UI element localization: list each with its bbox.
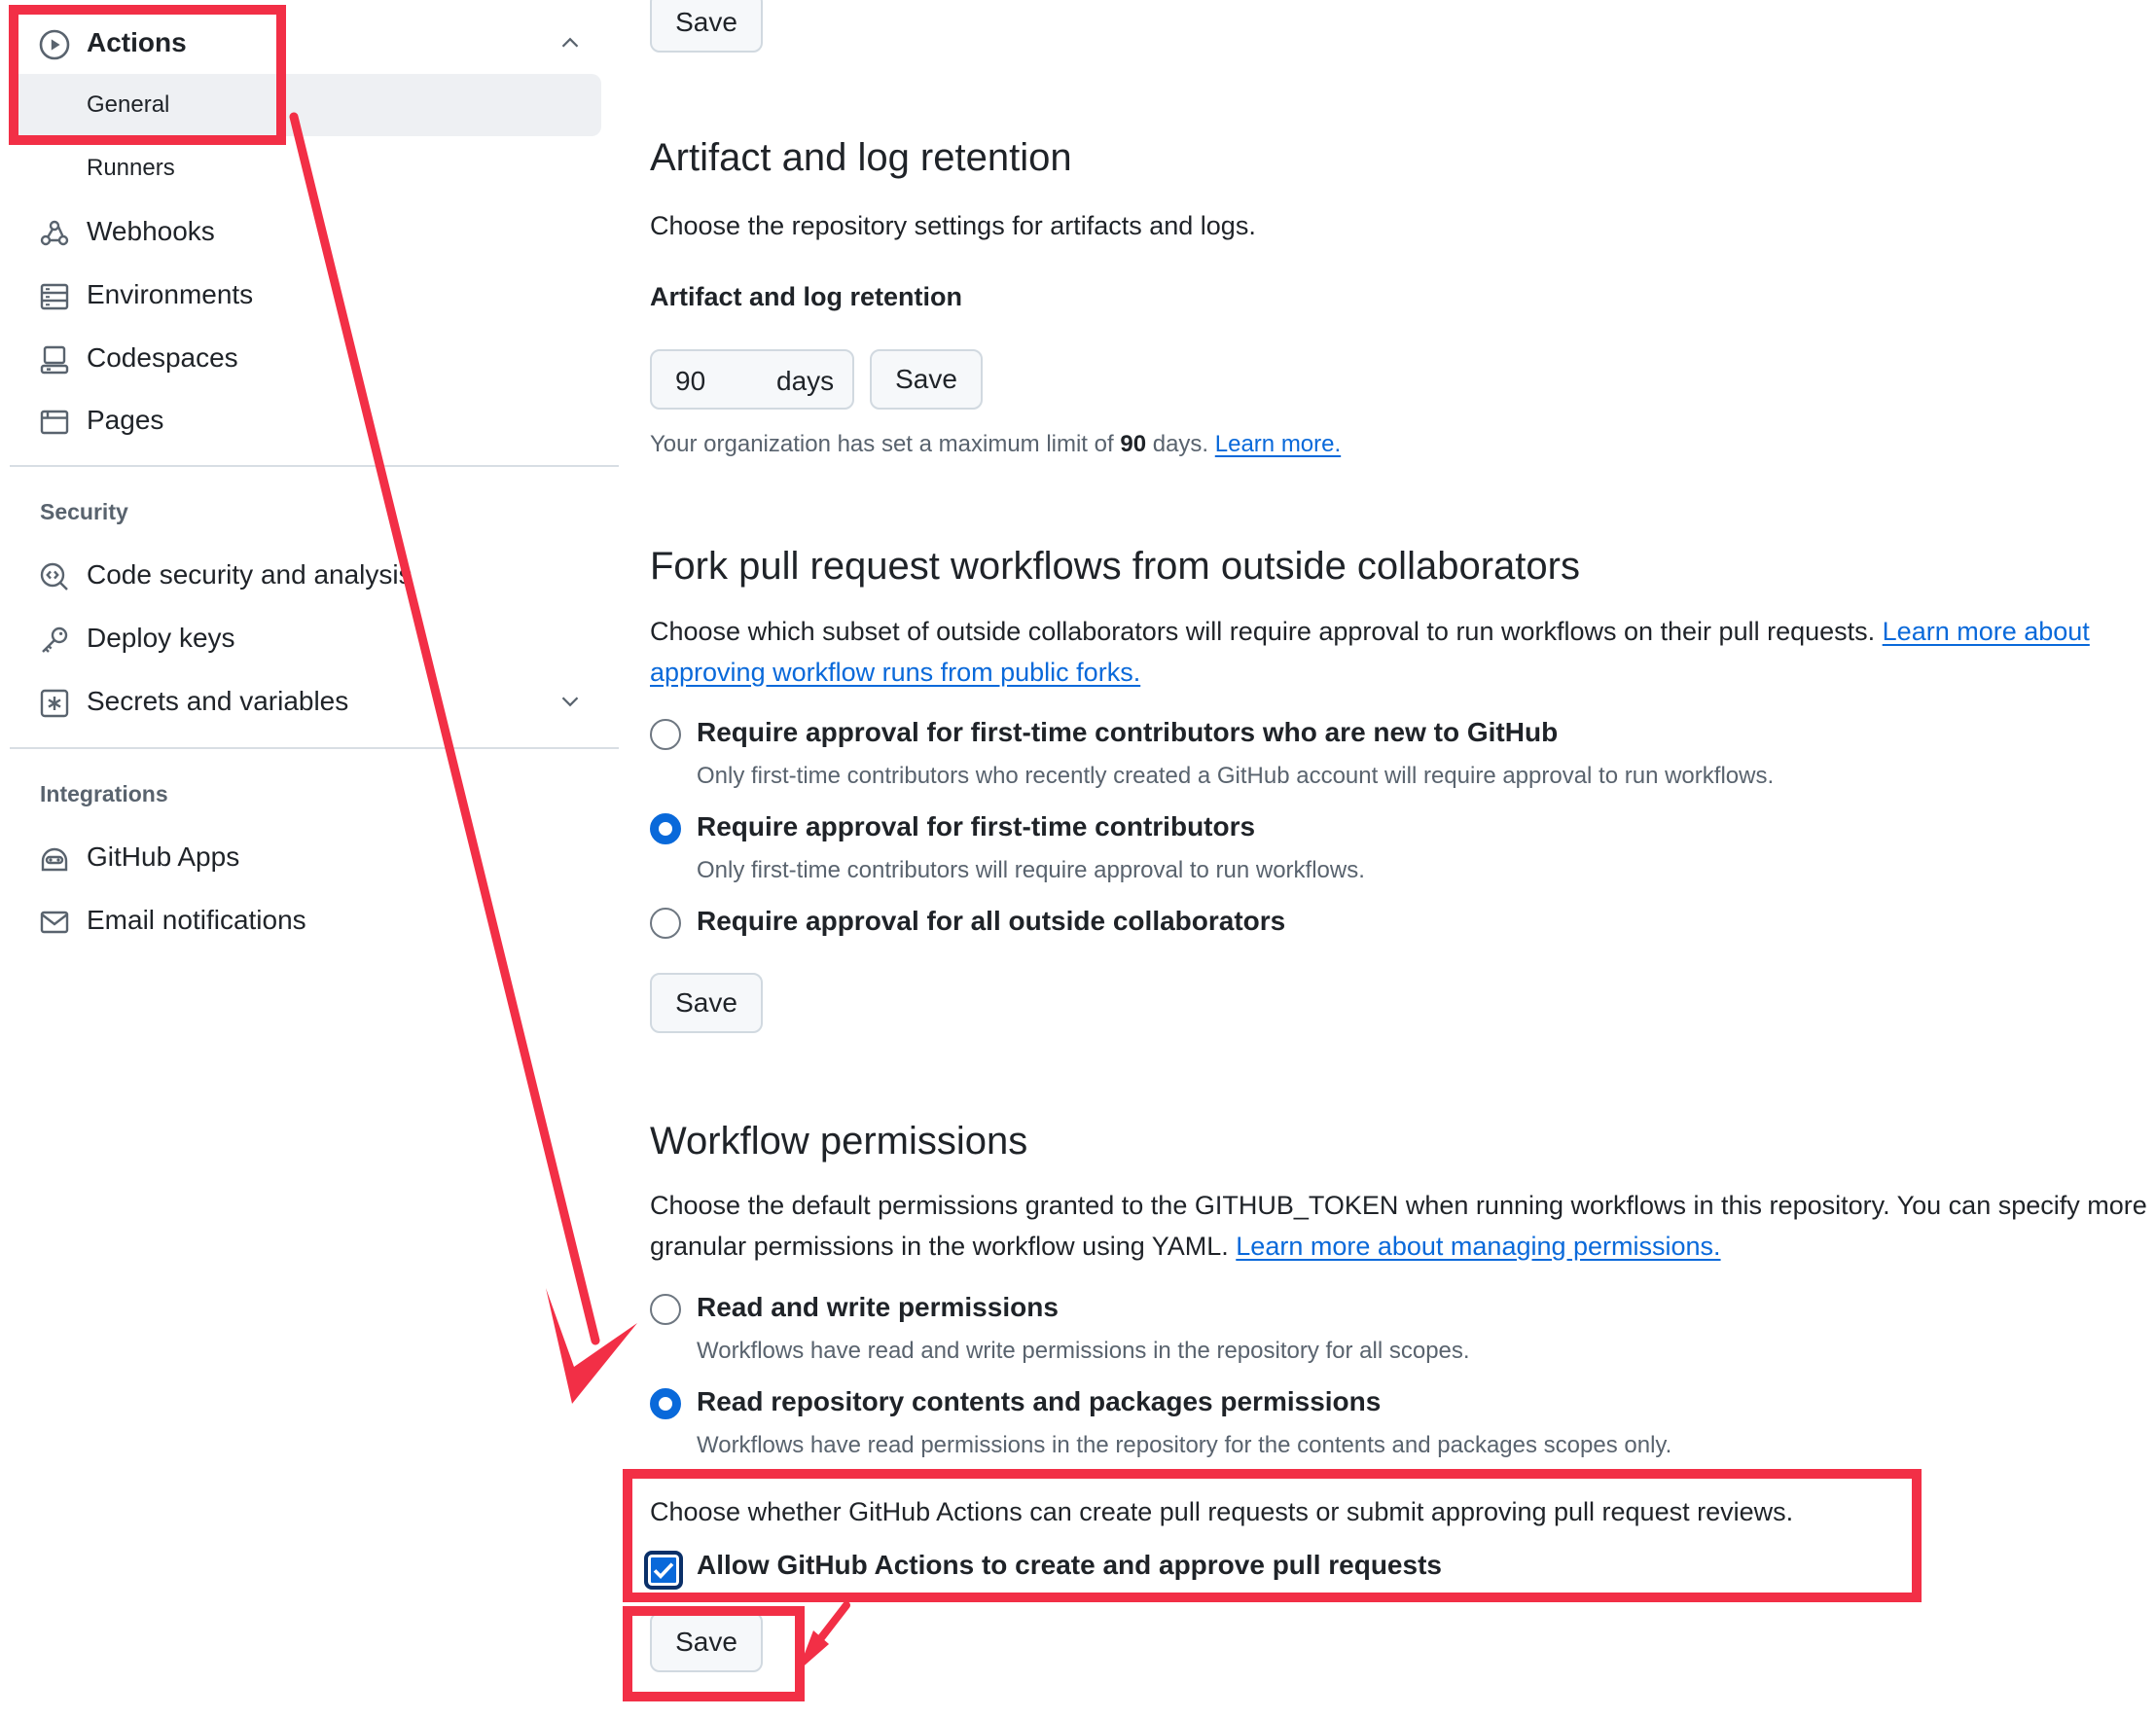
annotation-arrows bbox=[289, 112, 850, 1671]
arrow-to-pr-section bbox=[289, 112, 637, 1404]
arrow-to-save bbox=[798, 1601, 850, 1671]
